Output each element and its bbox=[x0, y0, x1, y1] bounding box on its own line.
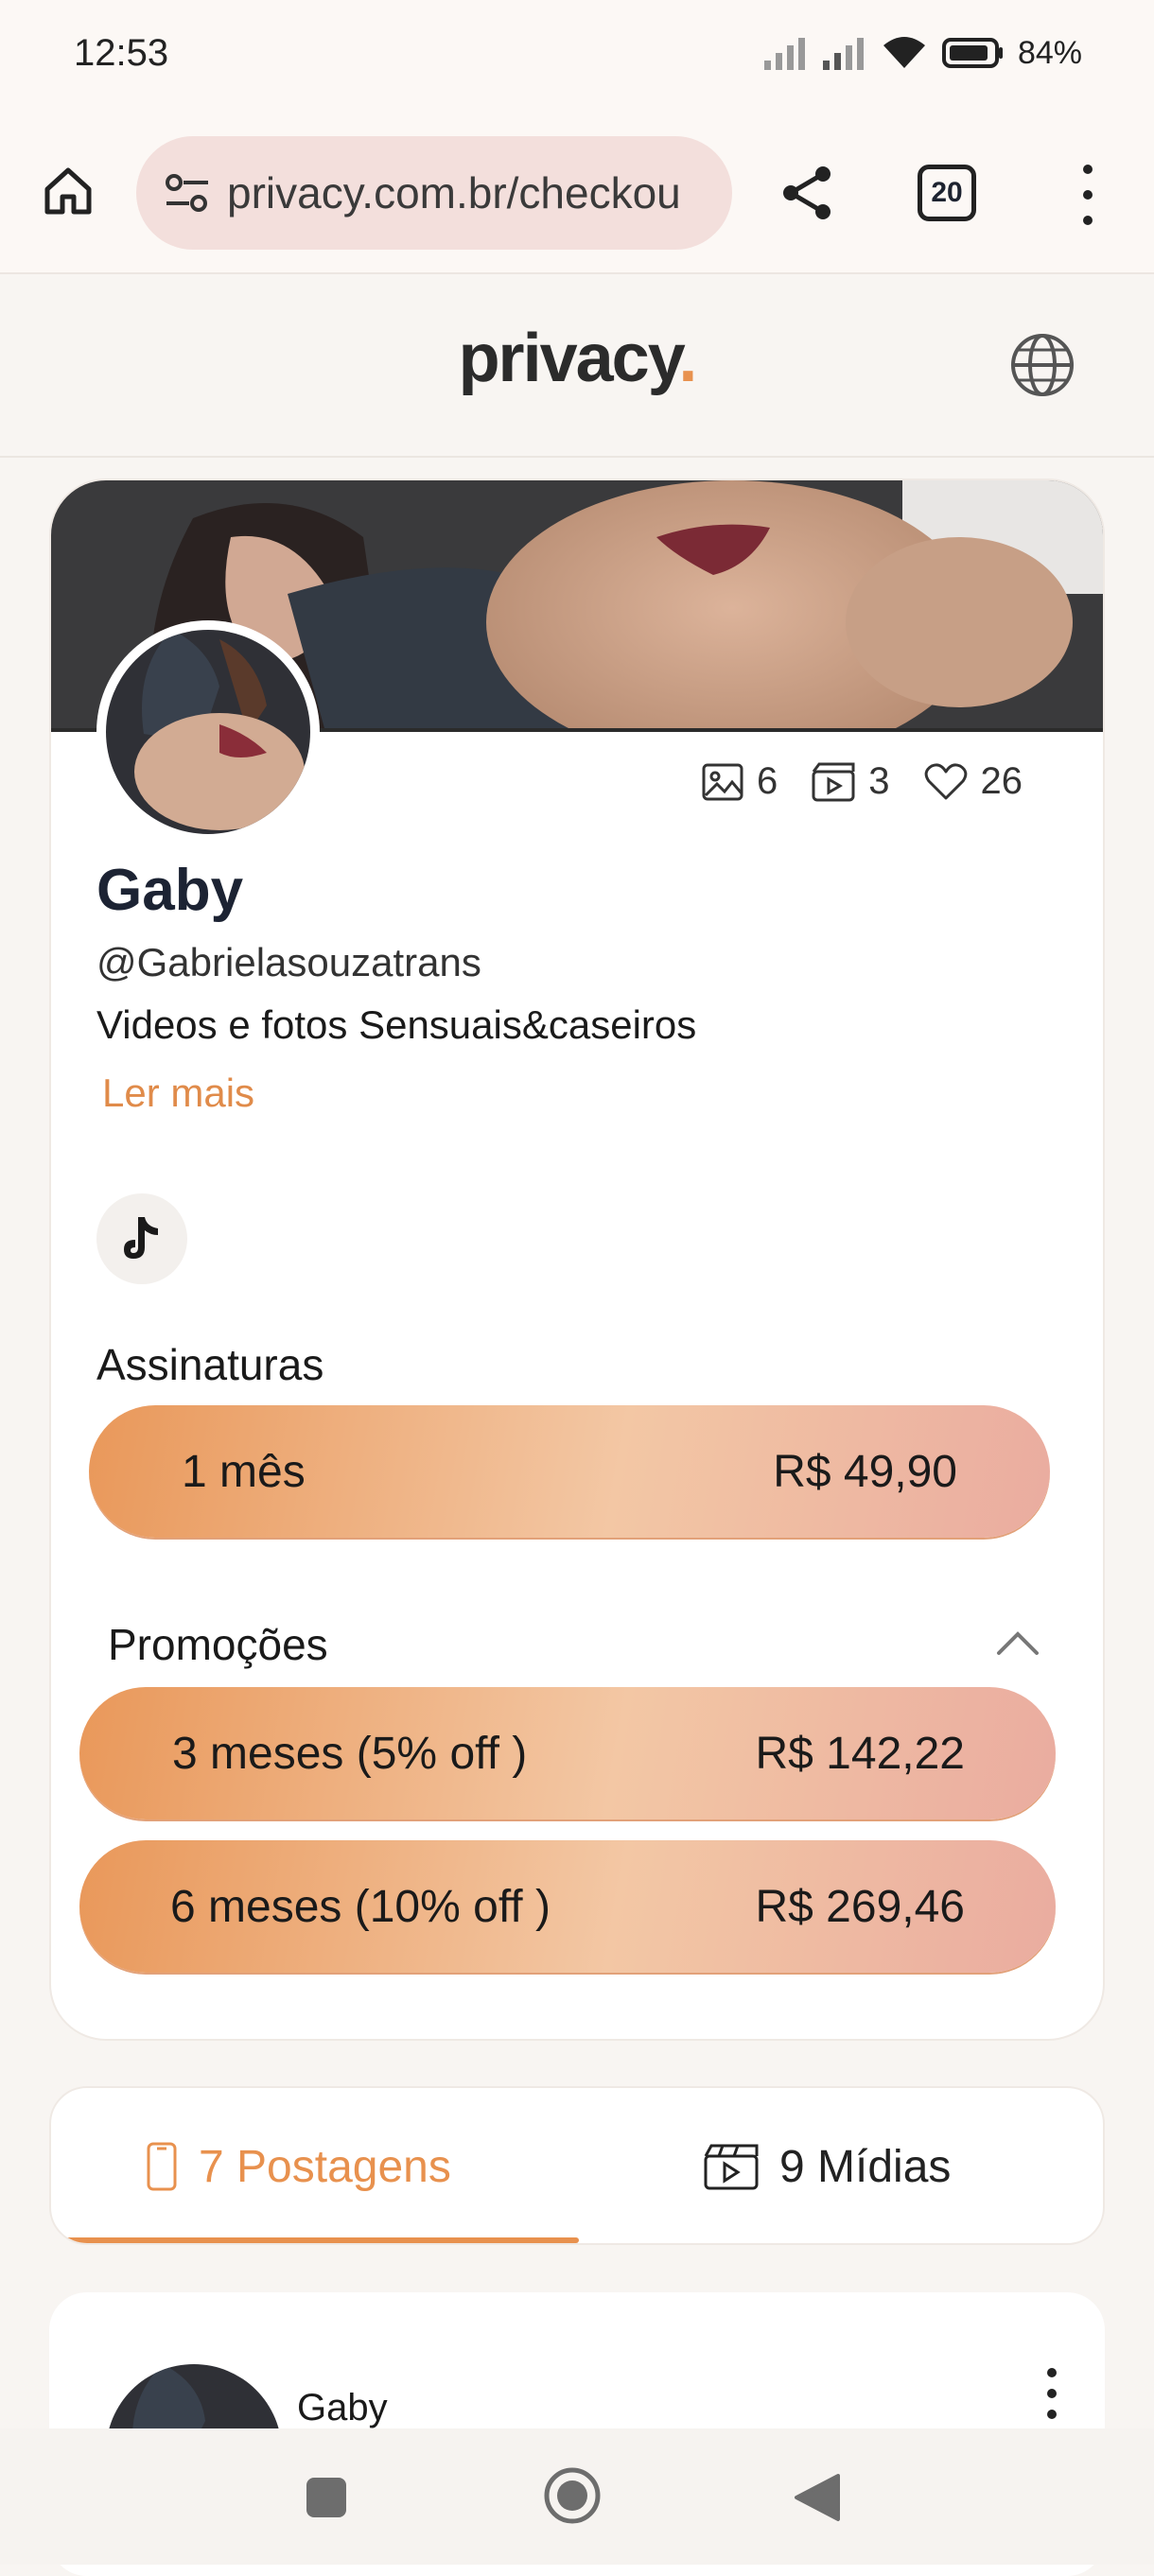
plan-price: R$ 142,22 bbox=[755, 1728, 965, 1779]
plan-1-month-button[interactable]: 1 mês R$ 49,90 bbox=[89, 1405, 1050, 1538]
clapperboard-icon bbox=[704, 2144, 759, 2190]
plan-label: 3 meses (5% off ) bbox=[172, 1728, 528, 1779]
share-button[interactable] bbox=[774, 159, 842, 227]
system-nav-bar bbox=[0, 2428, 1154, 2565]
tabs-count: 20 bbox=[931, 177, 963, 208]
post-author-name[interactable]: Gaby bbox=[297, 2387, 388, 2429]
home-icon bbox=[44, 167, 92, 215]
video-icon bbox=[812, 762, 855, 801]
profile-avatar[interactable] bbox=[96, 620, 320, 844]
status-bar: 12:53 84% bbox=[0, 0, 1154, 113]
address-bar[interactable]: privacy.com.br/checkou bbox=[136, 136, 732, 250]
likes-count: 26 bbox=[980, 760, 1023, 802]
back-icon[interactable] bbox=[793, 2472, 842, 2523]
profile-name: Gaby bbox=[96, 858, 244, 923]
avatar-image bbox=[106, 630, 310, 834]
videos-stat: 3 bbox=[812, 760, 890, 803]
battery-percent: 84% bbox=[1017, 34, 1082, 71]
battery-icon bbox=[941, 38, 1003, 68]
tab-posts[interactable]: 7 Postagens bbox=[146, 2088, 451, 2243]
likes-stat: 26 bbox=[924, 760, 1023, 803]
more-vert-icon bbox=[1083, 165, 1093, 174]
profile-handle: @Gabrielasouzatrans bbox=[96, 940, 481, 984]
chevron-up-icon[interactable] bbox=[993, 1623, 1042, 1661]
browser-home-button[interactable] bbox=[38, 161, 98, 221]
status-icons: 84% bbox=[762, 34, 1082, 72]
plan-3-months-button[interactable]: 3 meses (5% off ) R$ 142,22 bbox=[79, 1687, 1056, 1819]
status-time: 12:53 bbox=[74, 32, 169, 74]
tab-media[interactable]: 9 Mídias bbox=[704, 2088, 952, 2243]
plan-6-months-button[interactable]: 6 meses (10% off ) R$ 269,46 bbox=[79, 1840, 1056, 1973]
more-vert-icon bbox=[1047, 2368, 1057, 2377]
promotions-title[interactable]: Promoções bbox=[108, 1619, 328, 1670]
site-header: privacy. bbox=[0, 274, 1154, 458]
home-circle-icon[interactable] bbox=[543, 2466, 602, 2525]
videos-count: 3 bbox=[868, 760, 890, 802]
tab-media-label: 9 Mídias bbox=[779, 2141, 952, 2192]
globe-icon[interactable] bbox=[1008, 331, 1076, 399]
active-tab-indicator bbox=[51, 2237, 579, 2243]
image-icon bbox=[702, 763, 743, 800]
site-info-button[interactable] bbox=[161, 166, 214, 219]
post-options-button[interactable] bbox=[1042, 2368, 1061, 2419]
privacy-logo[interactable]: privacy. bbox=[0, 320, 1154, 397]
phone-icon bbox=[147, 2142, 177, 2191]
tab-posts-label: 7 Postagens bbox=[199, 2141, 451, 2192]
tiktok-icon bbox=[124, 1217, 158, 1259]
profile-card: 6 3 26 Gaby @Gabrielasouzatrans Videos e… bbox=[49, 479, 1105, 2041]
tabs-button[interactable]: 20 bbox=[918, 165, 976, 221]
browser-menu-button[interactable] bbox=[1069, 165, 1107, 225]
photos-count: 6 bbox=[757, 760, 778, 802]
signal-icon-2 bbox=[822, 38, 864, 70]
profile-bio: Videos e fotos Sensuais&caseiros bbox=[96, 1002, 697, 1047]
heart-icon bbox=[924, 762, 967, 799]
signal-icon bbox=[763, 38, 805, 70]
plan-price: R$ 49,90 bbox=[773, 1446, 957, 1497]
plan-label: 6 meses (10% off ) bbox=[170, 1881, 551, 1932]
site-info-icon bbox=[166, 174, 208, 212]
recents-button[interactable] bbox=[306, 2478, 346, 2517]
photos-stat: 6 bbox=[702, 760, 778, 803]
profile-stats: 6 3 26 bbox=[702, 760, 1043, 803]
url-text[interactable]: privacy.com.br/checkou bbox=[227, 167, 719, 218]
subscriptions-title: Assinaturas bbox=[96, 1340, 324, 1389]
tiktok-link[interactable] bbox=[96, 1193, 187, 1284]
browser-toolbar: privacy.com.br/checkou 20 bbox=[0, 113, 1154, 274]
content-tabs: 7 Postagens 9 Mídias bbox=[49, 2086, 1105, 2245]
read-more-link[interactable]: Ler mais bbox=[102, 1070, 254, 1116]
share-icon bbox=[783, 166, 831, 219]
plan-label: 1 mês bbox=[182, 1446, 306, 1497]
plan-price: R$ 269,46 bbox=[755, 1881, 965, 1932]
wifi-icon bbox=[883, 37, 925, 68]
